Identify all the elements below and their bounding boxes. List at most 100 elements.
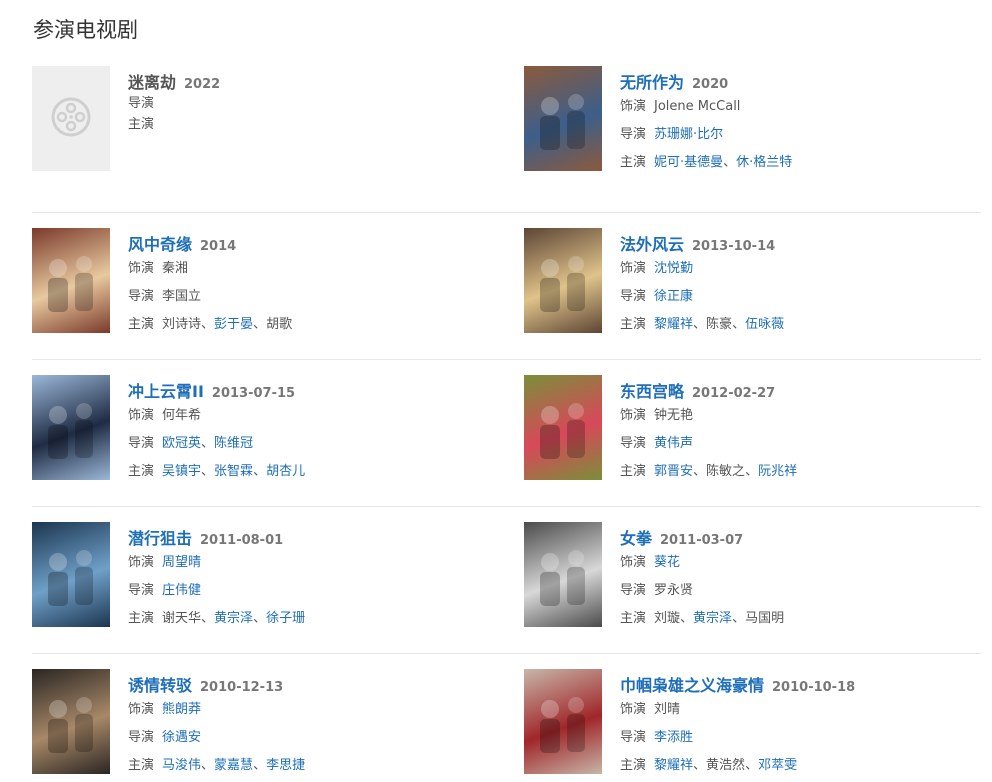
director-line: 导演 李添胜 xyxy=(620,724,855,752)
director-line-link[interactable]: 徐正康 xyxy=(654,289,693,304)
starring-line-link[interactable]: 伍咏薇 xyxy=(745,317,784,332)
role-line-link[interactable]: 熊朗莽 xyxy=(162,702,201,717)
list-item: 女拳 2011-03-07 饰演 葵花 导演 罗永贤 主演 刘璇、黄宗泽、马国明 xyxy=(524,522,981,653)
director-line-label: 导演 xyxy=(620,127,647,142)
poster-image[interactable] xyxy=(524,66,602,171)
item-title[interactable]: 无所作为 xyxy=(620,69,684,93)
starring-line-value: 马国明 xyxy=(745,611,785,626)
starring-line-link[interactable]: 黄宗泽 xyxy=(214,611,253,626)
item-title[interactable]: 女拳 xyxy=(620,525,652,549)
list-item: 巾帼枭雄之义海豪情 2010-10-18 饰演 刘晴 导演 李添胜 主演 黎耀祥、黄浩然、邓萃… xyxy=(524,669,981,782)
item-date: 2010-10-18 xyxy=(772,680,856,695)
poster-image[interactable] xyxy=(32,228,110,333)
item-date: 2014 xyxy=(200,239,237,254)
list-row: 迷离劫 2022 导演 主演 无所作为 2020 饰演 Jolene McCall 导演 苏珊娜·… xyxy=(32,66,981,213)
poster-image[interactable] xyxy=(524,375,602,480)
poster-image[interactable] xyxy=(524,669,602,774)
title-line: 巾帼枭雄之义海豪情 2010-10-18 xyxy=(620,672,855,696)
starring-line: 主演 黎耀祥、陈豪、伍咏薇 xyxy=(620,311,784,339)
starring-line-value: 陈敏之 xyxy=(706,464,746,479)
list-item: 无所作为 2020 饰演 Jolene McCall 导演 苏珊娜·比尔 主演 妮可·基德曼、… xyxy=(524,66,981,212)
director-line-link[interactable]: 李添胜 xyxy=(654,730,693,745)
item-title[interactable]: 巾帼枭雄之义海豪情 xyxy=(620,672,764,696)
item-date: 2020 xyxy=(692,77,729,92)
starring-line-label: 主演 xyxy=(128,117,155,132)
poster-image[interactable] xyxy=(524,228,602,333)
director-line-value: 李国立 xyxy=(162,289,202,304)
role-line: 饰演 葵花 xyxy=(620,549,784,577)
item-info: 无所作为 2020 饰演 Jolene McCall 导演 苏珊娜·比尔 主演 妮可·基德曼、… xyxy=(620,66,792,212)
starring-line-link[interactable]: 吴镇宇 xyxy=(162,464,201,479)
poster-image[interactable] xyxy=(32,669,110,774)
separator: 、 xyxy=(201,436,215,451)
starring-line-link[interactable]: 休·格兰特 xyxy=(736,155,792,170)
director-line-link[interactable]: 欧冠英 xyxy=(162,436,201,451)
starring-line: 主演 吴镇宇、张智霖、胡杏儿 xyxy=(128,458,305,486)
poster-image[interactable] xyxy=(32,522,110,627)
list-row: 潜行狙击 2011-08-01 饰演 周望晴 导演 庄伟健 主演 谢天华、黄宗泽、徐子珊 女拳 2… xyxy=(32,507,981,654)
item-title[interactable]: 法外风云 xyxy=(620,231,684,255)
role-line-link[interactable]: 葵花 xyxy=(654,555,680,570)
starring-line-link[interactable]: 张智霖 xyxy=(214,464,253,479)
item-info: 法外风云 2013-10-14 饰演 沈悦勤 导演 徐正康 主演 黎耀祥、陈豪、伍咏薇 xyxy=(620,228,784,359)
director-line-link[interactable]: 黄伟声 xyxy=(654,436,693,451)
director-line-link[interactable]: 庄伟健 xyxy=(162,583,201,598)
poster-art xyxy=(524,669,602,774)
starring-line-link[interactable]: 彭于晏 xyxy=(214,317,253,332)
separator: 、 xyxy=(723,155,737,170)
title-line: 冲上云霄II 2013-07-15 xyxy=(128,378,305,402)
starring-line-link[interactable]: 黎耀祥 xyxy=(654,317,693,332)
poster-placeholder[interactable] xyxy=(32,66,110,171)
starring-line-link[interactable]: 邓萃雯 xyxy=(758,758,797,773)
director-line-link[interactable]: 徐遇安 xyxy=(162,730,201,745)
list-item: 冲上云霄II 2013-07-15 饰演 何年希 导演 欧冠英、陈维冠 主演 吴镇宇、张智霖、… xyxy=(32,375,524,506)
role-line: 饰演 熊朗莽 xyxy=(128,696,305,724)
starring-line-link[interactable]: 黎耀祥 xyxy=(654,758,693,773)
role-line-label: 饰演 xyxy=(128,408,155,423)
role-line: 饰演 秦湘 xyxy=(128,255,292,283)
item-info: 诱情转驳 2010-12-13 饰演 熊朗莽 导演 徐遇安 主演 马浚伟、蒙嘉慧、李思捷 xyxy=(128,669,305,782)
starring-line-label: 主演 xyxy=(128,758,155,773)
starring-line-link[interactable]: 李思捷 xyxy=(266,758,305,773)
director-line-link[interactable]: 陈维冠 xyxy=(214,436,253,451)
director-line-label: 导演 xyxy=(128,96,155,111)
item-title[interactable]: 风中奇缘 xyxy=(128,231,192,255)
separator: 、 xyxy=(201,611,215,626)
list-item: 潜行狙击 2011-08-01 饰演 周望晴 导演 庄伟健 主演 谢天华、黄宗泽、徐子珊 xyxy=(32,522,524,653)
poster-art xyxy=(524,66,602,171)
item-info: 风中奇缘 2014 饰演 秦湘 导演 李国立 主演 刘诗诗、彭于晏、胡歌 xyxy=(128,228,292,359)
poster-image[interactable] xyxy=(524,522,602,627)
starring-line-link[interactable]: 徐子珊 xyxy=(266,611,305,626)
item-title[interactable]: 诱情转驳 xyxy=(128,672,192,696)
director-line-link[interactable]: 苏珊娜·比尔 xyxy=(654,127,723,142)
starring-line-link[interactable]: 蒙嘉慧 xyxy=(214,758,253,773)
starring-line-link[interactable]: 妮可·基德曼 xyxy=(654,155,723,170)
separator: 、 xyxy=(745,464,759,479)
starring-line-link[interactable]: 阮兆祥 xyxy=(758,464,797,479)
starring-line-link[interactable]: 胡杏儿 xyxy=(266,464,305,479)
role-line-link[interactable]: 沈悦勤 xyxy=(654,261,693,276)
director-line: 导演 李国立 xyxy=(128,283,292,311)
role-line-label: 饰演 xyxy=(128,702,155,717)
starring-line-label: 主演 xyxy=(620,155,647,170)
starring-line-link[interactable]: 郭晋安 xyxy=(654,464,693,479)
item-title[interactable]: 东西宫略 xyxy=(620,378,684,402)
director-line-label: 导演 xyxy=(620,583,647,598)
separator: 、 xyxy=(693,317,707,332)
role-line: 饰演 钟无艳 xyxy=(620,402,797,430)
starring-line-value: 谢天华 xyxy=(162,611,202,626)
list-row: 诱情转驳 2010-12-13 饰演 熊朗莽 导演 徐遇安 主演 马浚伟、蒙嘉慧、李思捷 巾帼枭… xyxy=(32,654,981,782)
separator: 、 xyxy=(693,464,707,479)
role-line: 饰演 沈悦勤 xyxy=(620,255,784,283)
separator: 、 xyxy=(201,464,215,479)
item-title[interactable]: 冲上云霄II xyxy=(128,378,204,402)
film-reel-icon xyxy=(50,96,92,142)
starring-line-link[interactable]: 黄宗泽 xyxy=(693,611,732,626)
item-title[interactable]: 潜行狙击 xyxy=(128,525,192,549)
starring-line-link[interactable]: 马浚伟 xyxy=(162,758,201,773)
starring-line-value: 黄浩然 xyxy=(706,758,746,773)
role-line-link[interactable]: 周望晴 xyxy=(162,555,201,570)
director-line: 导演 欧冠英、陈维冠 xyxy=(128,430,305,458)
poster-image[interactable] xyxy=(32,375,110,480)
item-info: 冲上云霄II 2013-07-15 饰演 何年希 导演 欧冠英、陈维冠 主演 吴镇宇、张智霖、… xyxy=(128,375,305,506)
